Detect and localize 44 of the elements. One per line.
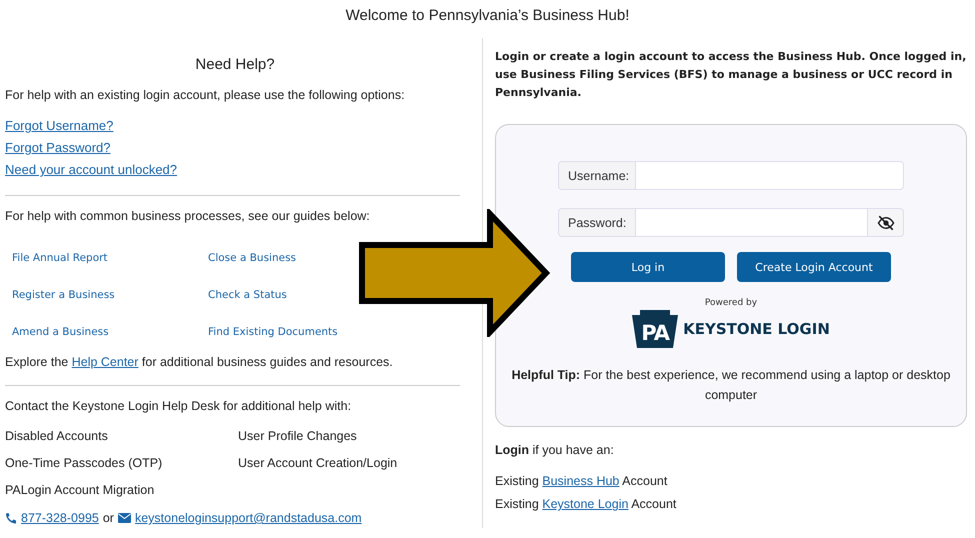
eye-off-icon	[876, 214, 894, 231]
help-topic: PALogin Account Migration	[5, 483, 156, 497]
or-text: or	[102, 511, 114, 525]
guide-link[interactable]: File Annual Report	[12, 252, 108, 264]
help-link[interactable]: Forgot Username?	[5, 118, 114, 134]
helpful-tip: Helpful Tip: For the best experience, we recommend using a laptop or desktop computer	[510, 367, 952, 404]
login-intro: Login or create a login account to access the Business Hub. Once logged in, use Business Filing Services (BFS) to manage a business or UCC record in Pennsylvania.	[495, 49, 967, 102]
login-button[interactable]: Log in	[571, 252, 725, 282]
password-input[interactable]	[636, 208, 868, 238]
guide-link[interactable]: Amend a Business	[12, 326, 109, 338]
keystone-logo: PA	[632, 310, 678, 348]
username-label: Username:	[558, 161, 636, 190]
help-topic: Disabled Accounts	[5, 429, 109, 443]
explore-text: Explore the Help Center for additional business guides and resources.	[5, 354, 394, 370]
email-link[interactable]: keystoneloginsupport@randstadusa.com	[134, 511, 362, 525]
guides-intro: For help with common business processes, see our guides below:	[5, 208, 371, 224]
help-topic: User Account Creation/Login	[238, 456, 398, 470]
help-topic: One-Time Passcodes (OTP)	[5, 456, 164, 470]
username-input[interactable]	[636, 161, 904, 190]
account-type-text: Existing Business Hub Account	[495, 474, 668, 488]
create-account-button[interactable]: Create Login Account	[737, 252, 891, 282]
help-link[interactable]: Forgot Password?	[5, 140, 110, 156]
logo-text: KEYSTONE LOGIN	[683, 320, 830, 338]
guide-link[interactable]: Find Existing Documents	[208, 326, 338, 338]
guide-link[interactable]: Close a Business	[208, 252, 296, 264]
help-topic: User Profile Changes	[238, 429, 358, 443]
help-link[interactable]: Need your account unlocked?	[5, 162, 178, 178]
contact-intro: Contact the Keystone Login Help Desk for additional help with:	[5, 398, 352, 414]
help-heading: Need Help?	[194, 56, 276, 73]
password-label: Password:	[558, 208, 636, 238]
guide-link[interactable]: Check a Status	[208, 288, 287, 300]
login-if-text: Login if you have an:	[495, 443, 615, 458]
powered-by-text: Powered by	[704, 298, 758, 308]
account-link[interactable]: Keystone Login	[542, 497, 628, 512]
help-intro: For help with an existing login account, please use the following options:	[5, 87, 406, 104]
phone-icon	[5, 512, 17, 524]
account-type-text: Existing Keystone Login Account	[495, 497, 678, 512]
guide-link[interactable]: Register a Business	[12, 288, 115, 300]
help-center-link[interactable]: Help Center	[72, 354, 138, 368]
hide-password-button[interactable]	[868, 208, 904, 238]
phone-link[interactable]: 877-328-0995	[21, 511, 99, 525]
mail-icon	[118, 513, 131, 523]
page-title: Welcome to Pennsylvania’s Business Hub!	[344, 6, 630, 26]
account-link[interactable]: Business Hub	[542, 474, 620, 488]
